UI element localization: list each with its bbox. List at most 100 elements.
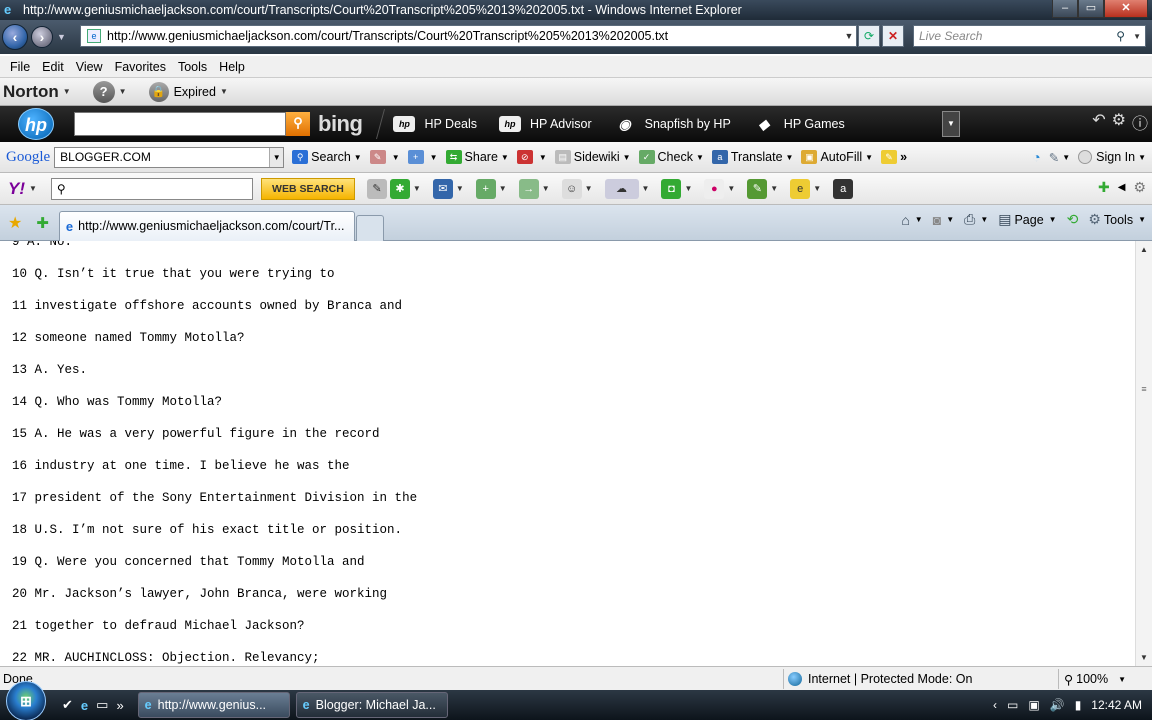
google-check-button[interactable]: ✓ Check ▼ bbox=[638, 150, 704, 164]
scroll-down-icon[interactable]: ▼ bbox=[1136, 649, 1152, 666]
start-button[interactable]: ⊞ bbox=[6, 681, 46, 720]
settings-gear-icon[interactable]: ⚙ bbox=[1133, 179, 1146, 196]
bookmark-add-icon[interactable]: + bbox=[475, 178, 496, 199]
taskbar-item-blogger[interactable]: e Blogger: Michael Ja... bbox=[295, 692, 448, 718]
amazon-icon[interactable]: a bbox=[833, 178, 854, 199]
page-menu[interactable]: Page bbox=[1014, 213, 1043, 227]
more-chevron-icon[interactable]: » bbox=[116, 698, 123, 713]
tray-expand-icon[interactable]: ‹ bbox=[993, 698, 997, 712]
google-dropdown-icon[interactable]: ▼ bbox=[269, 147, 284, 167]
search-input[interactable]: Live Search bbox=[919, 29, 1116, 43]
help-icon[interactable]: ? bbox=[92, 80, 115, 103]
google-sidewiki-button[interactable]: ▤ Sidewiki ▼ bbox=[554, 150, 631, 164]
norton-status[interactable]: Expired bbox=[174, 85, 216, 99]
taskbar-item-ie[interactable]: e http://www.genius... bbox=[137, 692, 290, 718]
vertical-scrollbar[interactable]: ▲ ≡ ▼ bbox=[1135, 241, 1152, 666]
add-icon[interactable]: ✚ bbox=[1098, 179, 1110, 196]
check-icon[interactable]: ✔ bbox=[62, 697, 73, 713]
zoom-control[interactable]: ⚲ 100% ▼ bbox=[1058, 669, 1126, 689]
volume-icon[interactable]: 🔊 bbox=[1050, 698, 1065, 712]
dropdown-icon[interactable]: ▼ bbox=[727, 184, 735, 193]
snapfish-link[interactable]: ◉ Snapfish by HP bbox=[614, 116, 731, 132]
web-search-button[interactable]: WEB SEARCH bbox=[260, 177, 355, 200]
hp-more-button[interactable]: ▼ bbox=[942, 111, 960, 137]
yahoo-dropdown-icon[interactable]: ▼ bbox=[29, 184, 37, 193]
menu-favorites[interactable]: Favorites bbox=[109, 60, 172, 74]
yahoo-logo[interactable]: Y! bbox=[8, 179, 25, 199]
radio-icon[interactable]: ◘ bbox=[661, 178, 682, 199]
hp-advisor-link[interactable]: hp HP Advisor bbox=[499, 116, 592, 132]
search-options-icon[interactable]: ▼ bbox=[1133, 32, 1141, 41]
notepad-icon[interactable]: ✎ bbox=[747, 178, 768, 199]
menu-tools[interactable]: Tools bbox=[172, 60, 213, 74]
network-icon[interactable]: ▣ bbox=[1028, 698, 1039, 712]
back-button[interactable]: ‹ bbox=[2, 24, 28, 50]
battery-icon[interactable]: ▮ bbox=[1075, 698, 1082, 712]
feeds-icon[interactable]: ◙ bbox=[933, 212, 941, 228]
home-icon[interactable]: ⌂ bbox=[901, 212, 909, 228]
live-search-box[interactable]: Live Search ⚲ ▼ bbox=[913, 25, 1146, 47]
menu-view[interactable]: View bbox=[70, 60, 109, 74]
address-dropdown-icon[interactable]: ▼ bbox=[842, 31, 856, 41]
status-dropdown-icon[interactable]: ▼ bbox=[220, 87, 228, 96]
dropdown-icon[interactable]: ▼ bbox=[915, 215, 923, 224]
arrow-icon[interactable]: → bbox=[518, 178, 539, 199]
search-icon[interactable]: ⚲ bbox=[1116, 29, 1125, 43]
close-button[interactable]: ✕ bbox=[1104, 0, 1148, 18]
dropdown-icon[interactable]: ▼ bbox=[946, 215, 954, 224]
address-bar[interactable]: e http://www.geniusmichaeljackson.com/co… bbox=[80, 25, 857, 47]
dropdown-icon[interactable]: ▼ bbox=[980, 215, 988, 224]
edit-icon[interactable]: ✎ bbox=[366, 178, 387, 199]
google-search-input[interactable]: BLOGGER.COM ▼ bbox=[54, 146, 285, 168]
dropdown-icon[interactable]: ▼ bbox=[1138, 215, 1146, 224]
menu-help[interactable]: Help bbox=[213, 60, 251, 74]
ie-icon[interactable]: e bbox=[81, 698, 88, 713]
google-query[interactable]: BLOGGER.COM bbox=[60, 150, 269, 164]
hp-games-link[interactable]: ◆ HP Games bbox=[753, 116, 844, 132]
add-favorite-icon[interactable]: ✚ bbox=[36, 214, 49, 232]
mail-icon[interactable]: ✉ bbox=[432, 178, 453, 199]
desktop-icon[interactable]: ▭ bbox=[96, 697, 108, 713]
safety-icon[interactable]: ⟲ bbox=[1067, 211, 1079, 228]
sign-in-button[interactable]: Sign In bbox=[1096, 150, 1135, 164]
monitor-icon[interactable]: ▭ bbox=[1007, 698, 1018, 712]
security-zone[interactable]: Internet | Protected Mode: On bbox=[783, 669, 972, 689]
tools-menu[interactable]: Tools bbox=[1104, 213, 1133, 227]
menu-file[interactable]: File bbox=[4, 60, 36, 74]
yahoo-search-input[interactable]: ⚲ bbox=[50, 177, 253, 200]
settings-gear-icon[interactable]: ⚙ bbox=[1112, 110, 1126, 134]
refresh-button[interactable]: ⟳ bbox=[858, 25, 880, 47]
google-tools-button[interactable]: ✎ ▼ bbox=[369, 150, 400, 164]
google-share-button[interactable]: ⇆ Share ▼ bbox=[445, 150, 509, 164]
dropdown-icon[interactable]: ▼ bbox=[684, 184, 692, 193]
google-plus-button[interactable]: + ▼ bbox=[407, 150, 438, 164]
ebay-icon[interactable]: e bbox=[790, 178, 811, 199]
google-search-button[interactable]: ⚲ Search ▼ bbox=[292, 150, 362, 164]
help-dropdown-icon[interactable]: ▼ bbox=[119, 87, 127, 96]
maximize-button[interactable]: ▭ bbox=[1078, 0, 1104, 18]
hp-deals-link[interactable]: hp HP Deals bbox=[393, 116, 477, 132]
google-autofill-button[interactable]: ▣ AutoFill ▼ bbox=[801, 150, 873, 164]
dropdown-icon[interactable]: ▼ bbox=[585, 184, 593, 193]
dropdown-icon[interactable]: ▼ bbox=[1049, 215, 1057, 224]
wifi-icon[interactable]: ◔ bbox=[1032, 149, 1040, 165]
scroll-up-icon[interactable]: ▲ bbox=[1136, 241, 1152, 258]
asterisk-icon[interactable]: ✱ bbox=[389, 178, 410, 199]
bing-search-button[interactable]: ⚲ bbox=[286, 112, 310, 136]
menu-edit[interactable]: Edit bbox=[36, 60, 70, 74]
minimize-button[interactable]: – bbox=[1052, 0, 1078, 18]
norton-logo[interactable]: Norton bbox=[3, 82, 59, 102]
hp-logo[interactable]: hp bbox=[18, 108, 54, 140]
smiley-icon[interactable]: ☺ bbox=[561, 178, 582, 199]
dropdown-icon[interactable]: ▼ bbox=[456, 184, 464, 193]
dropdown-icon[interactable]: ▼ bbox=[813, 184, 821, 193]
norton-dropdown-icon[interactable]: ▼ bbox=[63, 87, 71, 96]
scroll-left-icon[interactable]: ◀ bbox=[1118, 182, 1126, 193]
wrench-icon[interactable]: ✎ bbox=[1049, 150, 1059, 165]
forward-button[interactable]: › bbox=[31, 26, 53, 48]
scroll-thumb[interactable]: ≡ bbox=[1138, 384, 1150, 396]
address-url[interactable]: http://www.geniusmichaeljackson.com/cour… bbox=[107, 29, 842, 43]
dropdown-icon[interactable]: ▼ bbox=[770, 184, 778, 193]
recent-pages-dropdown[interactable]: ▼ bbox=[57, 32, 66, 42]
google-logo[interactable]: Google bbox=[6, 149, 50, 166]
